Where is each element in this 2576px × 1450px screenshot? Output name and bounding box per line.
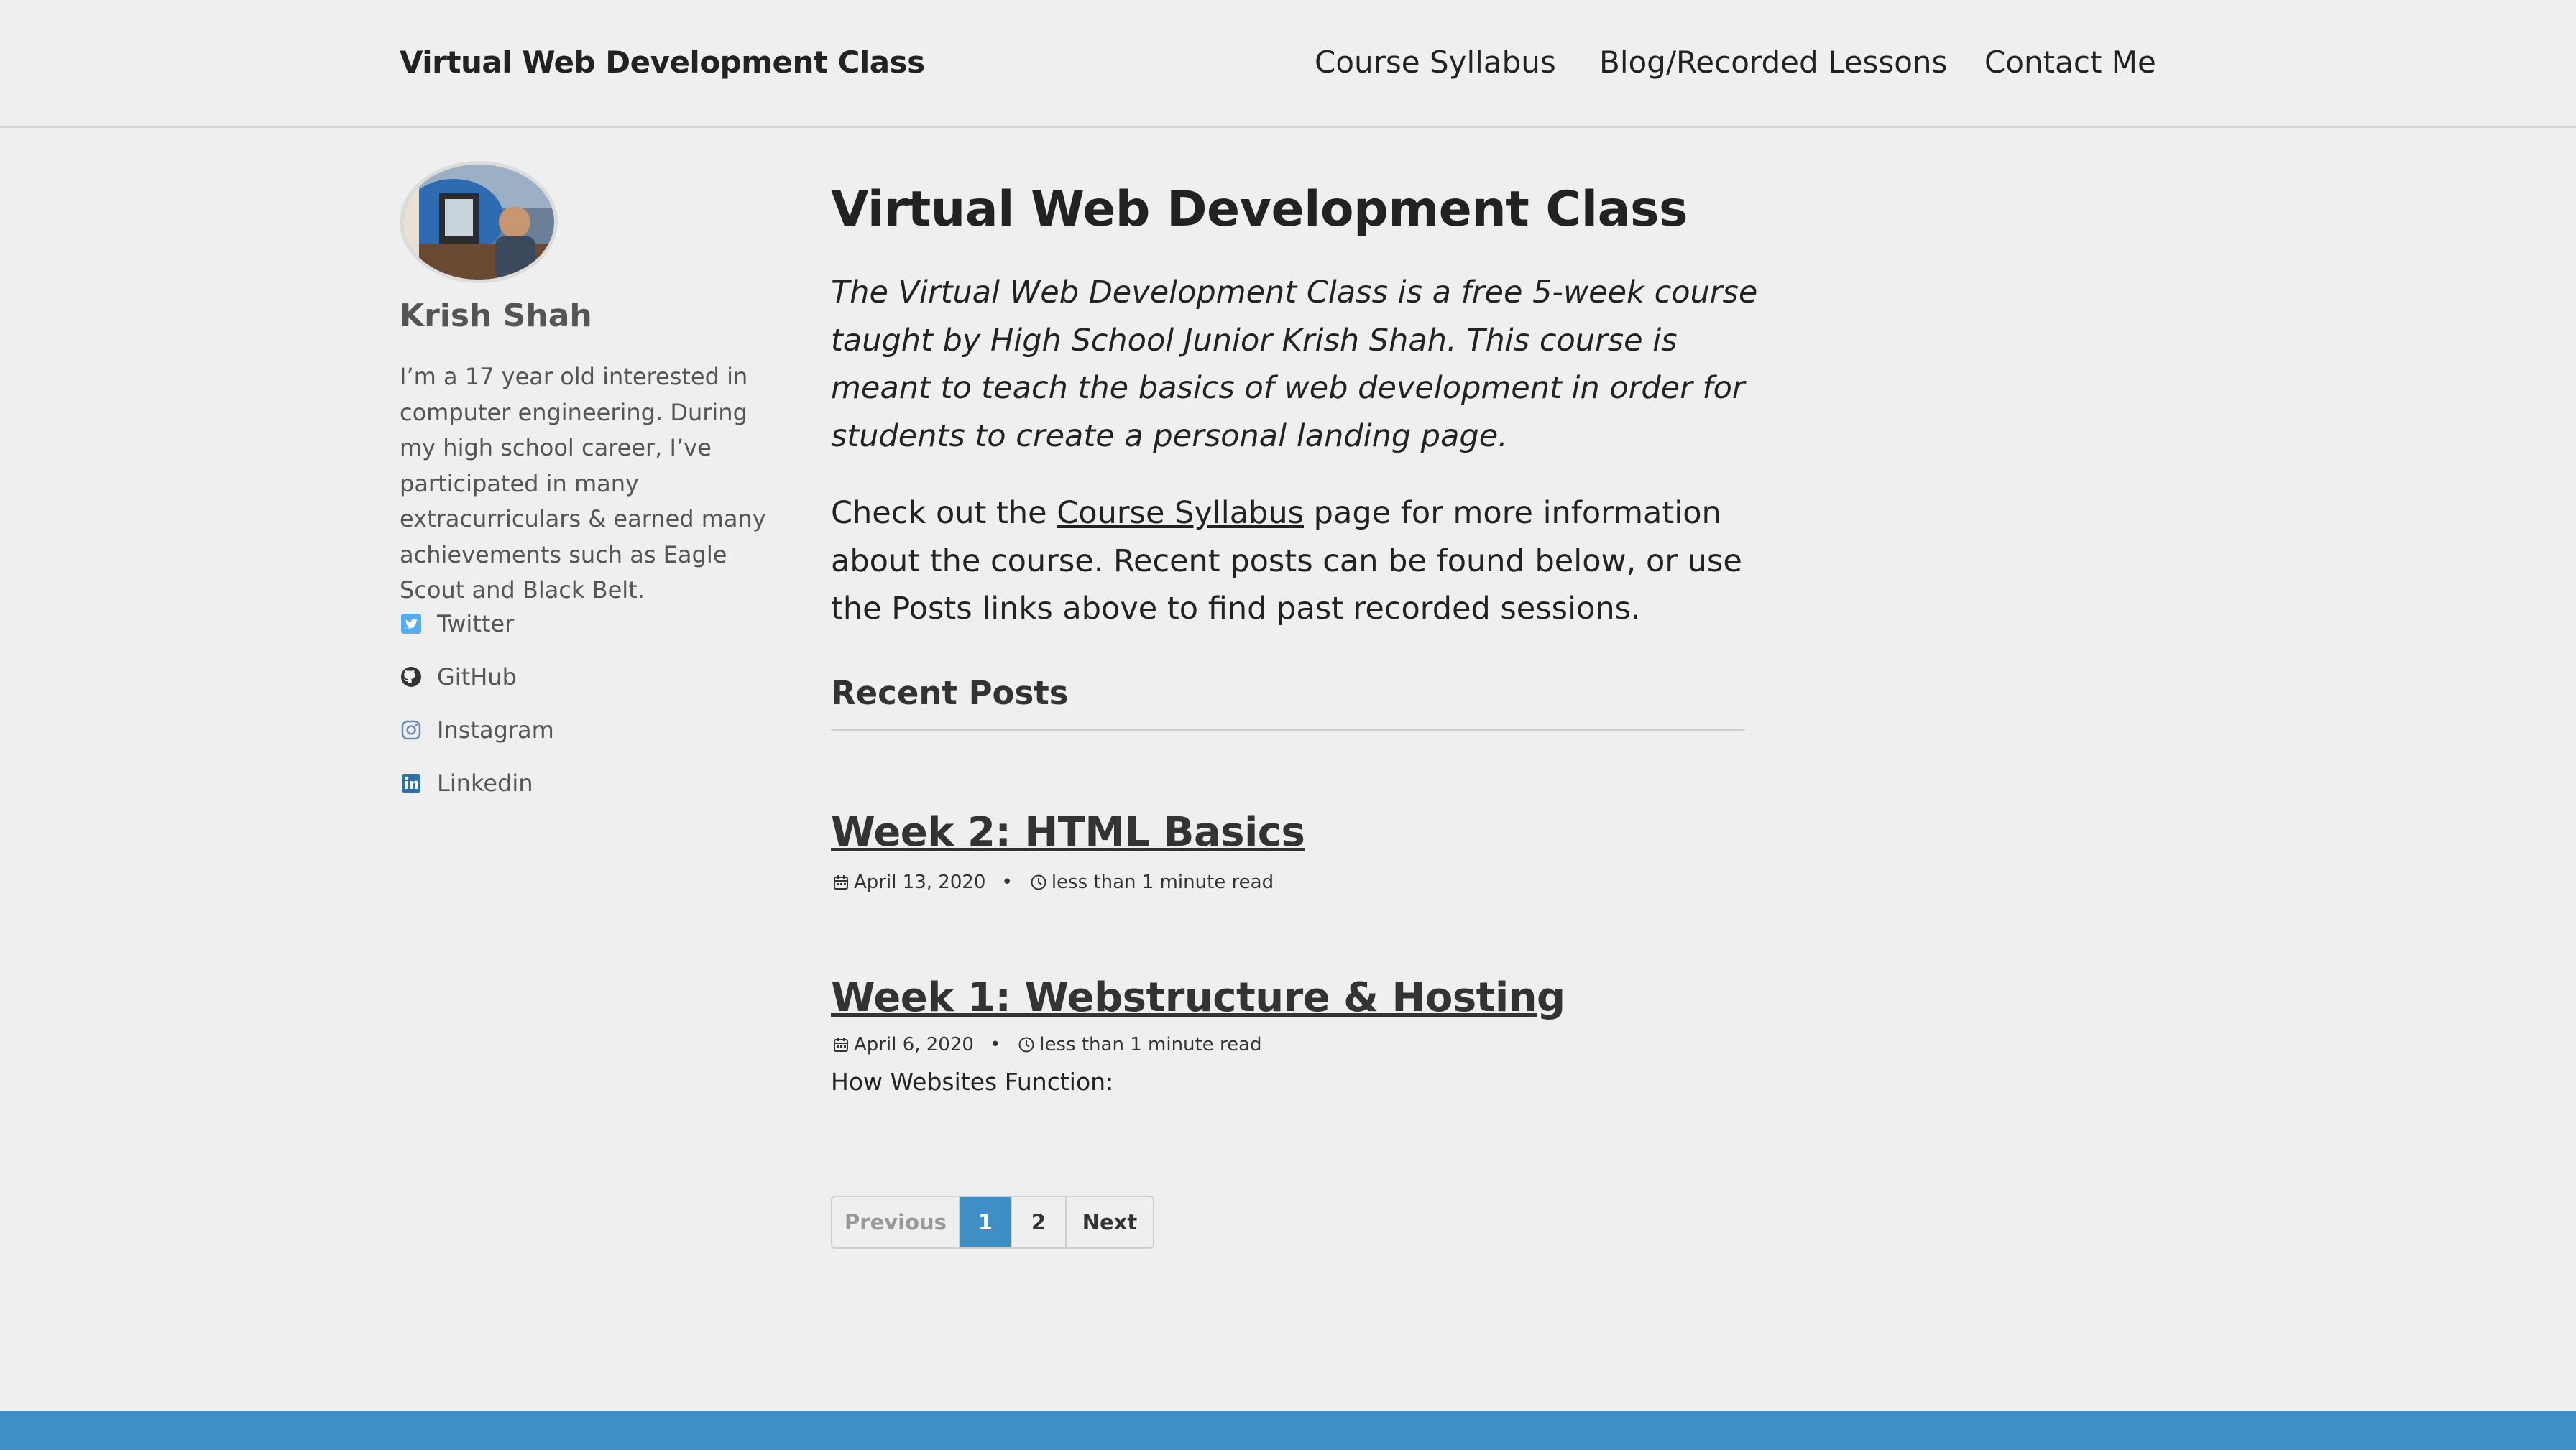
post-meta: April 6, 2020 • less than 1 minute read — [831, 1030, 1262, 1059]
author-name: Krish Shah — [400, 297, 592, 334]
social-link-label: Twitter — [437, 610, 515, 637]
pagination-page-1[interactable]: 1 — [960, 1197, 1012, 1247]
course-syllabus-link[interactable]: Course Syllabus — [1057, 495, 1304, 531]
nav-link-contact-me[interactable]: Contact Me — [1984, 45, 2156, 80]
twitter-icon — [400, 608, 431, 639]
site-title-link[interactable]: Virtual Web Development Class — [400, 45, 925, 80]
nav-link-course-syllabus[interactable]: Course Syllabus — [1315, 45, 1556, 80]
pagination-next-button[interactable]: Next — [1067, 1197, 1153, 1247]
page-title: Virtual Web Development Class — [831, 181, 1688, 238]
github-icon — [400, 661, 431, 693]
social-link-twitter[interactable]: Twitter — [400, 608, 514, 639]
avatar-photo — [403, 165, 554, 280]
body-text-before-link: Check out the — [831, 495, 1057, 531]
post-date: April 13, 2020 — [854, 872, 986, 893]
section-divider — [831, 729, 1745, 731]
social-link-github[interactable]: GitHub — [400, 661, 517, 693]
clock-icon — [1016, 1035, 1036, 1055]
post-title-link[interactable]: Week 1: Webstructure & Hosting — [831, 974, 1565, 1021]
social-link-linkedin[interactable]: Linkedin — [400, 767, 533, 799]
meta-separator: • — [1001, 872, 1013, 893]
post-date: April 6, 2020 — [854, 1034, 974, 1056]
social-link-label: Instagram — [437, 716, 554, 744]
post-title-link[interactable]: Week 2: HTML Basics — [831, 809, 1305, 856]
pagination: Previous 1 2 Next — [831, 1196, 1154, 1249]
post-excerpt: How Websites Function: — [831, 1068, 1114, 1096]
post-read-time: less than 1 minute read — [1051, 872, 1274, 893]
social-link-label: Linkedin — [437, 770, 533, 797]
nav-link-blog-recorded-lessons[interactable]: Blog/Recorded Lessons — [1599, 45, 1947, 80]
clock-icon — [1029, 872, 1049, 892]
recent-posts-heading: Recent Posts — [831, 674, 1069, 712]
pagination-previous-button[interactable]: Previous — [832, 1197, 960, 1247]
social-link-instagram[interactable]: Instagram — [400, 714, 554, 746]
social-link-label: GitHub — [437, 663, 517, 691]
calendar-icon — [831, 1035, 851, 1055]
author-bio: I’m a 17 year old interested in computer… — [400, 363, 766, 604]
page-footer — [0, 1411, 2576, 1450]
masthead: Virtual Web Development Class Course Syl… — [0, 0, 2576, 128]
meta-separator: • — [989, 1034, 1001, 1056]
pagination-page-2[interactable]: 2 — [1012, 1197, 1067, 1247]
body-paragraph: Check out the Course Syllabus page for m… — [831, 489, 1758, 633]
author-avatar — [400, 161, 558, 283]
calendar-icon — [831, 872, 851, 892]
intro-paragraph: The Virtual Web Development Class is a f… — [831, 274, 1758, 454]
post-read-time: less than 1 minute read — [1039, 1034, 1262, 1056]
post-meta: April 13, 2020 • less than 1 minute read — [831, 868, 1274, 897]
linkedin-icon — [400, 767, 431, 799]
instagram-icon — [400, 714, 431, 746]
